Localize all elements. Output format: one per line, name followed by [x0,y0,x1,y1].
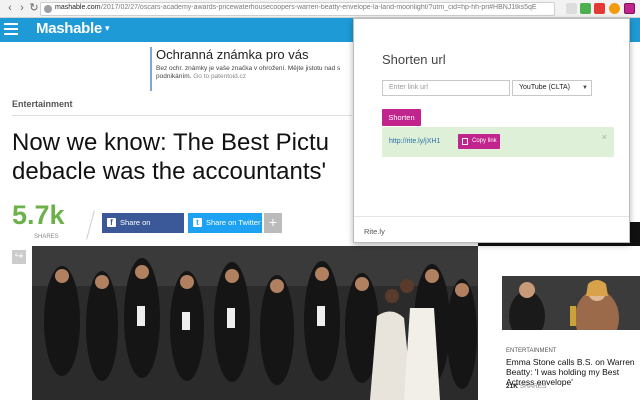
chevron-down-icon[interactable]: ▾ [105,23,110,34]
headline-line: debacle was the accountants' [12,158,327,185]
ad-link[interactable]: Go to patentoid.cz [193,73,246,80]
popup-title: Shorten url [382,52,446,67]
share-twitter-label: Share on Twitter [206,218,261,227]
url-host: mashable.com [55,4,101,11]
headline-line: Now we know: The Best Pictu [12,129,330,156]
facebook-icon: f [107,218,116,227]
service-selected-value: YouTube (CLTA) [519,84,570,91]
share-twitter-button[interactable]: t Share on Twitter [188,213,262,233]
divider [12,115,352,116]
result-panel: http://rite.ly/jXH1 Copy link × [382,127,614,157]
shorten-button[interactable]: Shorten [382,109,421,126]
article-hero-image [32,246,478,400]
copy-icon [462,138,468,145]
article-headline: Now we know: The Best Pictu debacle was … [12,128,362,186]
chevron-down-icon: ▼ [582,85,588,91]
copy-link-label: Copy link [472,138,497,144]
short-link[interactable]: http://rite.ly/jXH1 [389,138,440,145]
share-facebook-button[interactable]: f Share on Facebook [102,213,184,247]
share-facebook-label: Share on Facebook [120,218,153,247]
bookmark-star-icon[interactable] [566,3,577,14]
more-share-button[interactable]: + [264,213,282,233]
url-path: /2017/02/27/oscars-academy-awards-pricew… [101,4,537,11]
browser-toolbar: ‹ › ↻ mashable.com /2017/02/27/oscars-ac… [0,0,640,18]
popup-footer-brand[interactable]: Rite.ly [364,227,385,236]
ad-text: podnikáním. [156,73,192,80]
service-select[interactable]: YouTube (CLTA) ▼ [512,80,592,96]
photo-illustration [32,246,478,400]
ad-text: Bez ochr. známky je vaše značka v ohrože… [156,65,341,72]
extension-icon[interactable] [609,3,620,14]
related-story-category[interactable]: ENTERTAINMENT [506,348,556,354]
ad-banner[interactable]: Ochranná známka pro vás Bez ochr. známky… [150,47,360,91]
page-info-icon[interactable] [44,5,52,13]
divider [86,210,95,240]
twitter-icon: t [193,218,202,227]
share-count: 5.7k [12,200,65,230]
ad-title: Ochranná známka pro vás [156,47,309,62]
site-logo[interactable]: Mashable [36,20,102,37]
photo-illustration [502,276,640,330]
copy-link-button[interactable]: Copy link [458,134,500,149]
extension-icon[interactable] [580,3,591,14]
related-share-count: 21K [506,383,518,390]
close-icon[interactable]: × [602,132,607,142]
link-url-input[interactable]: Enter link url [382,80,510,96]
share-count-label: SHARES [34,234,59,240]
related-share-label: SHARES [519,383,547,390]
forward-icon[interactable]: › [16,2,28,15]
riteley-extension-icon[interactable] [624,3,635,14]
back-icon[interactable]: ‹ [4,2,16,15]
shorten-url-popup: Shorten url Enter link url YouTube (CLTA… [353,18,630,243]
reload-icon[interactable]: ↻ [28,2,40,15]
section-label[interactable]: Entertainment [12,99,73,109]
share-arrow-icon[interactable]: ↪ [12,250,26,264]
address-bar[interactable]: mashable.com /2017/02/27/oscars-academy-… [40,2,555,16]
divider [354,216,629,217]
menu-icon[interactable] [4,23,18,35]
extension-icon[interactable] [594,3,605,14]
related-story-shares: 21K SHARES [506,383,546,390]
related-story-image[interactable] [502,276,640,330]
